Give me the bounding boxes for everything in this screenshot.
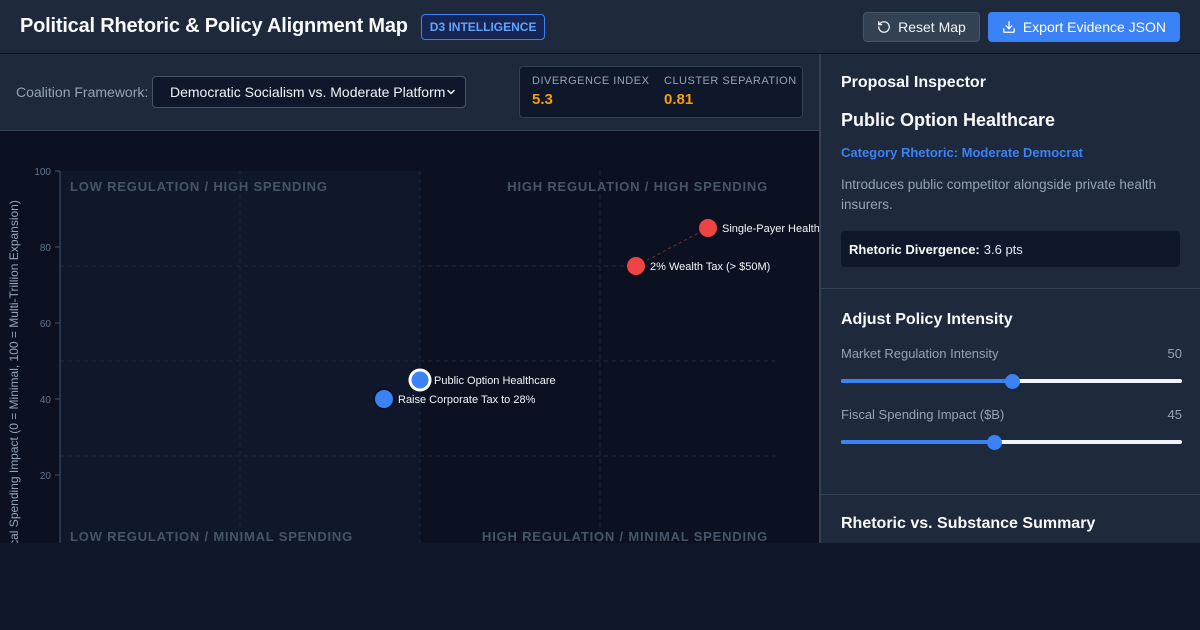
framework-label: Coalition Framework:: [16, 84, 149, 100]
y-tick-label: 40: [40, 395, 52, 406]
point-label: Raise Corporate Tax to 28%: [398, 394, 536, 406]
data-point: [373, 388, 395, 410]
data-point: [625, 255, 647, 277]
slider-group-spending: Fiscal Spending Impact ($B) 45: [841, 407, 1182, 452]
data-point: [411, 371, 429, 389]
proposal-name: Public Option Healthcare: [841, 110, 1056, 130]
proposal-description: Introduces public competitor alongside p…: [841, 177, 1157, 212]
rhetoric-summary: Rhetoric vs. Substance Summary: [821, 495, 1200, 533]
divergence-index-metric: DIVERGENCE INDEX 5.3: [532, 75, 649, 108]
point-label: Public Option Healthcare: [434, 375, 556, 387]
divergence-index-label: DIVERGENCE INDEX: [532, 75, 650, 87]
proposal-category: Category Rhetoric: Moderate Democrat: [841, 145, 1083, 160]
metrics-box: DIVERGENCE INDEX 5.3 CLUSTER SEPARATION …: [519, 66, 803, 118]
refresh-icon: [878, 20, 890, 33]
slider-label: Fiscal Spending Impact ($B): [841, 407, 1005, 422]
quadrant-label-top-right: HIGH REGULATION / HIGH SPENDING: [507, 179, 768, 194]
slider-thumb[interactable]: [987, 435, 1003, 450]
y-tick-label: 20: [40, 471, 52, 482]
reset-map-label: Reset Map: [898, 18, 966, 35]
fiscal-spending-slider[interactable]: [841, 432, 1182, 452]
d3-badge: D3 INTELLIGENCE: [420, 13, 546, 40]
chevron-down-icon: [447, 89, 455, 95]
data-point: [697, 217, 719, 239]
alignment-chart: 100 80 60 40 20 Fiscal Spending Impact (0 = M…: [7, 167, 819, 543]
y-tick-label: 100: [34, 167, 51, 178]
slider-fill: [841, 379, 1012, 383]
app-title: Political Rhetoric & Policy Alignment Ma…: [20, 15, 408, 37]
slider-group-regulation: Market Regulation Intensity 50: [841, 346, 1182, 391]
cluster-separation-metric: CLUSTER SEPARATION 0.81: [664, 75, 797, 108]
inspector-panel: Proposal Inspector Public Option Healthc…: [819, 54, 1200, 543]
divergence-label: Rhetoric Divergence:: [849, 241, 980, 257]
intensity-title: Adjust Policy Intensity: [841, 311, 1013, 328]
download-icon: [1002, 20, 1015, 33]
quadrant-label-top-left: LOW REGULATION / HIGH SPENDING: [70, 179, 328, 194]
policy-intensity: Adjust Policy Intensity Market Regulatio…: [821, 292, 1200, 452]
slider-value: 50: [1167, 346, 1182, 361]
quadrant-label-bottom-right: HIGH REGULATION / MINIMAL SPENDING: [482, 529, 768, 543]
slider-label: Market Regulation Intensity: [841, 346, 999, 361]
rhetoric-divergence-box: Rhetoric Divergence: 3.6 pts: [841, 231, 1180, 267]
divergence-value: 3.6 pts: [983, 241, 1023, 257]
proposal-inspector: Proposal Inspector Public Option Healthc…: [821, 54, 1200, 267]
cluster-separation-value: 0.81: [664, 91, 694, 108]
quadrant-label-bottom-left: LOW REGULATION / MINIMAL SPENDING: [70, 529, 353, 543]
y-tick-label: 80: [40, 243, 52, 254]
app-header: Political Rhetoric & Policy Alignment Ma…: [0, 0, 1200, 54]
controls-bar: Coalition Framework: Democratic Socialis…: [0, 54, 819, 131]
market-regulation-slider[interactable]: [841, 371, 1182, 391]
slider-thumb[interactable]: [1004, 374, 1020, 389]
framework-select[interactable]: Democratic Socialism vs. Moderate Platfo…: [152, 76, 466, 108]
framework-select-value: Democratic Socialism vs. Moderate Platfo…: [170, 84, 446, 100]
slider-fill: [841, 440, 995, 444]
divergence-index-value: 5.3: [532, 91, 553, 108]
point-label: 2% Wealth Tax (> $50M): [650, 261, 770, 273]
cluster-separation-label: CLUSTER SEPARATION: [664, 75, 797, 87]
summary-title: Rhetoric vs. Substance Summary: [841, 515, 1096, 532]
reset-map-button[interactable]: Reset Map: [863, 11, 980, 42]
y-axis-label: Fiscal Spending Impact (0 = Minimal, 100…: [7, 200, 21, 543]
inspector-title: Proposal Inspector: [841, 74, 986, 91]
header-actions: Reset Map Export Evidence JSON: [863, 11, 1180, 42]
y-tick-label: 60: [40, 319, 52, 330]
map-panel: Coalition Framework: Democratic Socialis…: [0, 54, 819, 543]
alignment-map[interactable]: 100 80 60 40 20 Fiscal Spending Impact (0 = M…: [0, 131, 819, 543]
export-json-button[interactable]: Export Evidence JSON: [987, 11, 1180, 42]
divider: [821, 288, 1200, 289]
slider-value: 45: [1167, 407, 1182, 422]
export-json-label: Export Evidence JSON: [1022, 18, 1166, 35]
point-label: Single-Payer Health: [722, 223, 819, 235]
